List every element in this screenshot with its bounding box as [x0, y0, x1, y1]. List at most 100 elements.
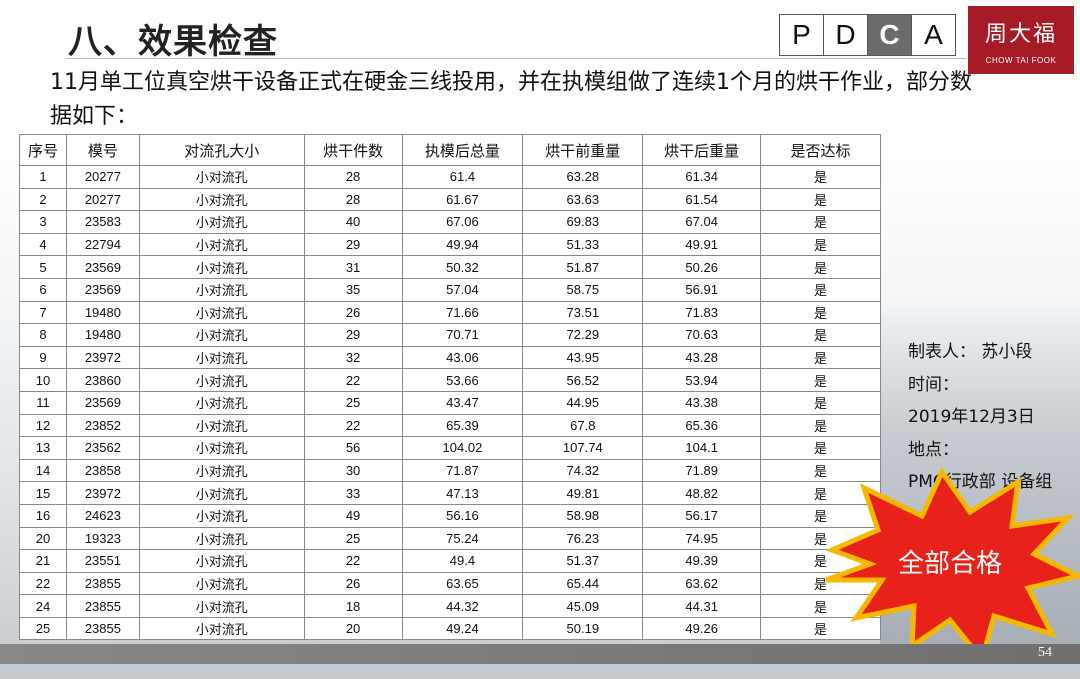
cell-index: 15 [19, 481, 67, 505]
cell-total-after-mold: 44.32 [401, 594, 524, 618]
cell-weight-before: 74.32 [522, 458, 644, 483]
cell-weight-before: 44.95 [522, 390, 644, 415]
cell-weight-before: 56.52 [522, 368, 644, 392]
cell-piece-count: 40 [303, 210, 403, 234]
table-row: 2 20277 小对流孔 28 61.67 63.63 61.54 是 [19, 187, 881, 212]
cell-index: 22 [19, 571, 67, 596]
cell-index: 16 [19, 503, 67, 528]
cell-index: 20 [19, 526, 67, 551]
all-pass-label: 全部合格 [898, 549, 1002, 579]
logo-english: CHOW TAI FOOK [985, 56, 1057, 65]
cell-total-after-mold: 49.4 [401, 549, 524, 573]
cell-weight-after: 104.1 [642, 436, 762, 460]
cell-hole-size: 小对流孔 [138, 323, 305, 347]
cell-weight-after: 50.26 [642, 255, 762, 279]
cell-weight-before: 69.83 [522, 210, 644, 234]
cell-piece-count: 22 [303, 368, 403, 392]
header-weight-after: 烘干后重量 [642, 134, 762, 166]
cell-total-after-mold: 43.06 [401, 345, 524, 370]
cell-weight-after: 53.94 [642, 368, 762, 392]
page-number: 54 [1038, 645, 1052, 660]
cell-hole-size: 小对流孔 [138, 300, 305, 325]
table-row: 15 23972 小对流孔 33 47.13 49.81 48.82 是 [19, 481, 881, 505]
pdca-p: P [779, 14, 824, 56]
cell-pass: 是 [760, 232, 881, 257]
cell-weight-after: 71.89 [642, 458, 762, 483]
cell-piece-count: 31 [303, 255, 403, 279]
cell-mold-no: 23855 [65, 571, 140, 596]
table-row: 22 23855 小对流孔 26 63.65 65.44 63.62 是 [19, 571, 881, 596]
slide-subtitle: 11月单工位真空烘干设备正式在硬金三线投用，并在执模组做了连续1个月的烘干作业，… [50, 70, 972, 129]
header-piece-count: 烘干件数 [303, 134, 403, 166]
header-mold-no: 模号 [65, 134, 140, 166]
cell-hole-size: 小对流孔 [138, 481, 305, 505]
cell-total-after-mold: 65.39 [401, 413, 524, 438]
cell-weight-before: 51.37 [522, 549, 644, 573]
cell-mold-no: 19323 [65, 526, 140, 551]
cell-weight-after: 49.91 [642, 232, 762, 257]
chow-tai-fook-logo: 周大福 CHOW TAI FOOK [968, 6, 1074, 74]
cell-hole-size: 小对流孔 [138, 232, 305, 257]
cell-weight-before: 51.87 [522, 255, 644, 279]
cell-index: 2 [19, 187, 67, 212]
cell-pass: 是 [760, 345, 881, 370]
cell-mold-no: 23855 [65, 616, 140, 641]
cell-total-after-mold: 47.13 [401, 481, 524, 505]
cell-weight-after: 71.83 [642, 300, 762, 325]
cell-index: 6 [19, 277, 67, 302]
cell-piece-count: 28 [303, 165, 403, 189]
cell-piece-count: 25 [303, 390, 403, 415]
cell-mold-no: 23860 [65, 368, 140, 392]
cell-piece-count: 20 [303, 616, 403, 641]
cell-pass: 是 [760, 390, 881, 415]
table-row: 10 23860 小对流孔 22 53.66 56.52 53.94 是 [19, 368, 881, 392]
title-divider [66, 58, 966, 59]
cell-mold-no: 23569 [65, 255, 140, 279]
table-row: 13 23562 小对流孔 56 104.02 107.74 104.1 是 [19, 436, 881, 460]
cell-hole-size: 小对流孔 [138, 458, 305, 483]
cell-weight-after: 74.95 [642, 526, 762, 551]
cell-hole-size: 小对流孔 [138, 165, 305, 189]
cell-piece-count: 26 [303, 300, 403, 325]
cell-piece-count: 33 [303, 481, 403, 505]
cell-pass: 是 [760, 300, 881, 325]
cell-weight-before: 73.51 [522, 300, 644, 325]
cell-mold-no: 20277 [65, 165, 140, 189]
cell-total-after-mold: 49.24 [401, 616, 524, 641]
cell-weight-after: 61.34 [642, 165, 762, 189]
info-maker: 制表人： 苏小段 [908, 342, 1033, 362]
cell-mold-no: 22794 [65, 232, 140, 257]
cell-index: 12 [19, 413, 67, 438]
info-time-label: 时间： [908, 374, 959, 395]
cell-hole-size: 小对流孔 [138, 368, 305, 392]
cell-mold-no: 23569 [65, 390, 140, 415]
cell-hole-size: 小对流孔 [138, 390, 305, 415]
cell-piece-count: 32 [303, 345, 403, 370]
table-row: 16 24623 小对流孔 49 56.16 58.98 56.17 是 [19, 503, 881, 528]
table-row: 1 20277 小对流孔 28 61.4 63.28 61.34 是 [19, 165, 881, 189]
cell-index: 4 [19, 232, 67, 257]
cell-piece-count: 25 [303, 526, 403, 551]
cell-weight-before: 65.44 [522, 571, 644, 596]
cell-index: 7 [19, 300, 67, 325]
cell-total-after-mold: 61.67 [401, 187, 524, 212]
table-row: 6 23569 小对流孔 35 57.04 58.75 56.91 是 [19, 277, 881, 302]
cell-weight-before: 43.95 [522, 345, 644, 370]
header-total-after-mold: 执模后总量 [401, 134, 524, 166]
pdca-a: A [912, 14, 956, 56]
cell-total-after-mold: 75.24 [401, 526, 524, 551]
cell-piece-count: 22 [303, 413, 403, 438]
cell-weight-before: 63.28 [522, 165, 644, 189]
table-row: 24 23855 小对流孔 18 44.32 45.09 44.31 是 [19, 594, 881, 618]
cell-mold-no: 23858 [65, 458, 140, 483]
cell-mold-no: 20277 [65, 187, 140, 212]
cell-weight-after: 48.82 [642, 481, 762, 505]
cell-hole-size: 小对流孔 [138, 413, 305, 438]
cell-weight-before: 107.74 [522, 436, 644, 460]
cell-hole-size: 小对流孔 [138, 526, 305, 551]
cell-pass: 是 [760, 210, 881, 234]
cell-weight-before: 58.75 [522, 277, 644, 302]
cell-hole-size: 小对流孔 [138, 345, 305, 370]
cell-mold-no: 23972 [65, 345, 140, 370]
pdca-c-active: C [868, 14, 912, 56]
